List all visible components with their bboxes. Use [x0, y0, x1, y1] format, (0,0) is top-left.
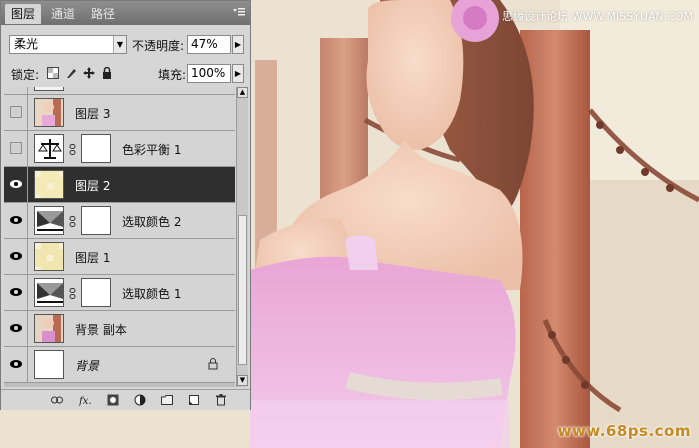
eye-icon [10, 252, 22, 260]
visibility-toggle[interactable] [4, 203, 28, 238]
watermark-bottom: www.68ps.com [557, 422, 691, 440]
layer-thumbnail [34, 87, 64, 91]
mask-icon[interactable] [107, 394, 119, 406]
visibility-toggle[interactable] [4, 311, 28, 346]
lock-row: 锁定: 填充: 100% ▶ [1, 60, 250, 86]
color-balance-icon [34, 134, 64, 163]
visibility-toggle[interactable] [4, 87, 28, 94]
visibility-toggle[interactable] [4, 347, 28, 382]
adjustment-icon[interactable] [134, 394, 146, 406]
tab-paths[interactable]: 路径 [85, 4, 121, 24]
opacity-input[interactable]: 47% ▶ [187, 35, 244, 54]
fill-input[interactable]: 100% ▶ [187, 64, 244, 83]
layer-row-1[interactable]: 图层 1 [4, 239, 235, 275]
selective-color-icon [34, 278, 64, 307]
link-icon[interactable] [51, 394, 63, 406]
eye-icon [10, 288, 22, 296]
chain-link-icon[interactable] [69, 288, 76, 299]
layer-row-3[interactable]: 图层 3 [4, 95, 235, 131]
lock-label: 锁定: [11, 68, 40, 82]
layer-row-selective-color-2[interactable]: 选取颜色 2 [4, 203, 235, 239]
eye-icon [10, 180, 22, 188]
blend-mode-value: 柔光 [14, 37, 39, 51]
watermark-top: 思缘设计论坛 WWW.MISSYUAN.COM [502, 10, 693, 23]
layer-list: 图层 3 色彩平衡 1 图层 2 选取颜色 2 图层 1 选取颜色 1 背景 副… [4, 87, 235, 387]
tab-layers[interactable]: 图层 [5, 4, 42, 24]
lock-transparent-icon[interactable] [47, 67, 59, 79]
layer-mask-thumbnail[interactable] [81, 134, 111, 163]
chevron-right-icon[interactable]: ▶ [232, 35, 244, 54]
panel-menu-icon[interactable] [232, 6, 246, 18]
blend-mode-select[interactable]: 柔光 ▼ [9, 35, 127, 54]
opacity-value: 47% [191, 37, 218, 51]
scroll-down-icon[interactable]: ▼ [237, 375, 248, 386]
chain-link-icon[interactable] [69, 216, 76, 227]
layer-row-selective-color-1[interactable]: 选取颜色 1 [4, 275, 235, 311]
layer-name: 色彩平衡 1 [122, 143, 182, 157]
layer-name: 背景 [75, 359, 100, 373]
layers-bottom-toolbar: fx. [1, 389, 250, 410]
visibility-off-icon [10, 142, 22, 154]
layer-row-background-copy[interactable]: 背景 副本 [4, 311, 235, 347]
fill-label: 填充: [158, 68, 187, 82]
eye-icon [10, 324, 22, 332]
lock-icon [208, 358, 218, 370]
layer-name: 背景 副本 [75, 323, 127, 337]
layer-thumbnail [34, 98, 64, 127]
fx-icon[interactable]: fx. [79, 394, 95, 406]
layer-row-partial[interactable] [4, 87, 235, 95]
visibility-toggle[interactable] [4, 239, 28, 274]
layer-thumbnail [34, 350, 64, 379]
trash-icon[interactable] [215, 394, 227, 406]
visibility-toggle[interactable] [4, 131, 28, 166]
lock-move-icon[interactable] [83, 67, 95, 79]
layer-mask-thumbnail[interactable] [81, 206, 111, 235]
lock-brush-icon[interactable] [65, 67, 77, 79]
chevron-down-icon: ▼ [113, 36, 126, 53]
blend-row: 柔光 ▼ 不透明度: 47% ▶ [1, 32, 250, 58]
layer-name: 选取颜色 1 [122, 287, 182, 301]
layer-name: 图层 2 [75, 179, 111, 193]
lock-all-icon[interactable] [101, 67, 113, 79]
layer-row-2[interactable]: 图层 2 [4, 167, 235, 203]
layer-name: 图层 1 [75, 251, 111, 265]
visibility-toggle[interactable] [4, 95, 28, 130]
layers-panel: 图层 通道 路径 柔光 ▼ 不透明度: 47% ▶ 锁定: 填充: 100% ▶ [0, 0, 251, 410]
visibility-off-icon [10, 106, 22, 118]
opacity-label: 不透明度: [132, 39, 185, 53]
layer-row-background[interactable]: 背景 [4, 347, 235, 383]
group-folder-icon[interactable] [161, 394, 173, 406]
layer-thumbnail [34, 170, 64, 199]
layer-name: 图层 3 [75, 107, 111, 121]
visibility-toggle[interactable] [4, 167, 28, 202]
visibility-toggle[interactable] [4, 275, 28, 310]
chain-link-icon[interactable] [69, 144, 76, 155]
eye-icon [10, 216, 22, 224]
eye-icon [10, 360, 22, 368]
panel-tabs: 图层 通道 路径 [1, 1, 250, 25]
layer-list-scrollbar[interactable]: ▲ ▼ [236, 87, 248, 387]
layer-row-color-balance-1[interactable]: 色彩平衡 1 [4, 131, 235, 167]
new-layer-icon[interactable] [188, 394, 200, 406]
svg-text:fx.: fx. [79, 396, 92, 406]
fill-value: 100% [191, 66, 226, 80]
chevron-right-icon[interactable]: ▶ [232, 64, 244, 83]
selective-color-icon [34, 206, 64, 235]
layer-mask-thumbnail[interactable] [81, 278, 111, 307]
layer-thumbnail [34, 314, 64, 343]
scroll-up-icon[interactable]: ▲ [237, 87, 248, 98]
tab-channels[interactable]: 通道 [45, 4, 81, 24]
layer-thumbnail [34, 242, 64, 271]
layer-name: 选取颜色 2 [122, 215, 182, 229]
scrollbar-thumb[interactable] [238, 215, 247, 365]
